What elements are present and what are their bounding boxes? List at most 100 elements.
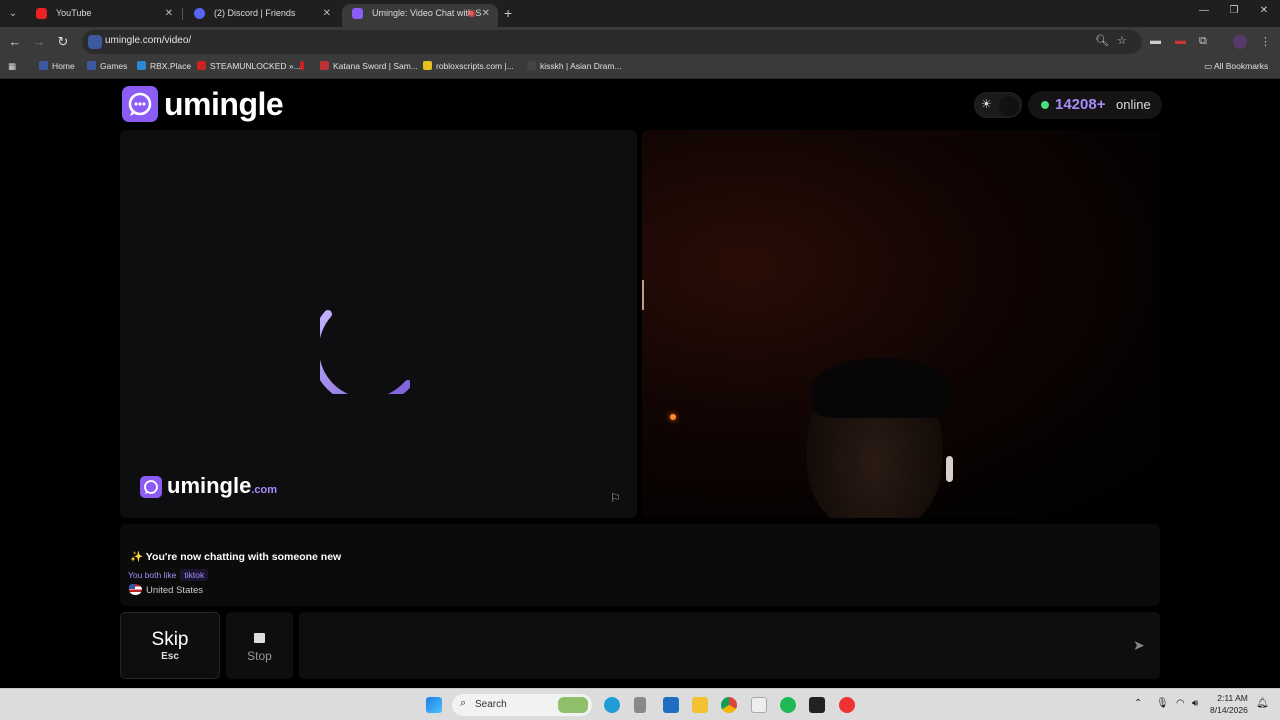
watermark-text: umingle.com xyxy=(167,474,277,502)
tab-title: (2) Discord | Friends xyxy=(214,8,296,18)
online-count: 14208+ xyxy=(1055,96,1106,113)
umingle-tab-icon xyxy=(352,8,363,19)
new-tab-button[interactable]: + xyxy=(504,5,512,21)
bookmark-star-icon[interactable]: ☆ xyxy=(1117,34,1127,47)
tab-title: YouTube xyxy=(56,8,92,18)
site-info-icon[interactable] xyxy=(88,35,102,49)
chat-bubble-logo-icon xyxy=(140,476,162,498)
tab-separator xyxy=(182,8,183,20)
tab-discord[interactable]: (2) Discord | Friends ✕ xyxy=(184,4,339,27)
back-button[interactable]: ← xyxy=(7,34,23,49)
forward-button[interactable]: → xyxy=(31,34,47,49)
send-icon[interactable]: ➤ xyxy=(1133,637,1145,654)
tab-youtube[interactable]: YouTube ✕ xyxy=(26,4,181,27)
spotify-icon[interactable] xyxy=(780,697,796,713)
bookmark-home[interactable]: Home xyxy=(39,61,75,71)
likes-label: You both like xyxy=(128,570,177,580)
stop-button[interactable]: Stop xyxy=(226,612,293,679)
all-bookmarks-label: All Bookmarks xyxy=(1213,61,1269,71)
stop-label: Stop xyxy=(247,649,272,663)
app-icon[interactable] xyxy=(809,697,825,713)
volume-icon[interactable]: 🔊︎ xyxy=(1192,698,1198,709)
close-tab-icon[interactable]: ✕ xyxy=(482,4,490,23)
bookmark-icon xyxy=(197,61,206,70)
tab-umingle[interactable]: Umingle: Video Chat with S ◉ ✕ xyxy=(342,4,498,27)
system-clock[interactable]: 2:11 AM 8/14/2026 xyxy=(1210,692,1248,716)
zoom-icon[interactable]: 🔍︎ xyxy=(1095,34,1109,47)
bookmark-icon xyxy=(527,61,536,70)
bookmark-steamunlocked[interactable]: STEAMUNLOCKED »... xyxy=(197,61,301,71)
menu-kebab-icon[interactable]: ⋮ xyxy=(1260,35,1271,48)
background-light xyxy=(670,414,676,420)
bookmark-katana[interactable]: Katana Sword | Sam... xyxy=(320,61,418,71)
search-label: Search xyxy=(475,699,507,710)
chrome-icon[interactable] xyxy=(721,697,737,713)
webcam-person-hair xyxy=(812,358,952,418)
microphone-icon[interactable]: 🎙︎ xyxy=(1156,698,1169,709)
online-counter: 14208+ online xyxy=(1028,91,1162,119)
bookmark-unnamed[interactable] xyxy=(300,61,308,71)
tab-search-icon[interactable]: ⌄ xyxy=(5,6,21,22)
bookmark-rbxplace[interactable]: RBX.Place xyxy=(137,61,191,71)
theme-toggle[interactable]: ☀ xyxy=(974,92,1022,118)
webcam-person-glasses xyxy=(822,410,932,424)
notification-bell-icon[interactable]: 🔔︎ xyxy=(1256,698,1269,709)
clock-time: 2:11 AM xyxy=(1217,693,1248,703)
chat-bubble-logo-icon xyxy=(122,86,158,122)
start-windows-icon[interactable] xyxy=(426,697,442,713)
online-label: online xyxy=(1116,97,1151,112)
reload-button[interactable]: ↻ xyxy=(55,34,71,50)
message-input[interactable] xyxy=(299,612,1160,679)
extension-icon[interactable]: ▬ xyxy=(1150,35,1161,47)
search-icon: ⌕ xyxy=(460,697,467,709)
address-bar[interactable]: umingle.com/video/ 🔍︎ ☆ xyxy=(82,30,1142,54)
taskbar-search[interactable]: ⌕ Search xyxy=(452,694,592,716)
minimize-button[interactable]: — xyxy=(1194,5,1214,16)
watermark-name: umingle xyxy=(167,473,252,498)
chat-status-message: ✨ You're now chatting with someone new xyxy=(130,551,342,563)
all-bookmarks-folder[interactable]: ▭ All Bookmarks xyxy=(1204,61,1268,72)
country-label: United States xyxy=(146,585,204,596)
profile-avatar[interactable] xyxy=(1233,35,1247,49)
youtube-icon xyxy=(36,8,47,19)
bookmark-label: RBX.Place xyxy=(150,61,192,71)
webcam-person-earbud xyxy=(946,456,953,482)
browser-toolbar: ← → ↻ umingle.com/video/ 🔍︎ ☆ ▬ ▬ ⧉ ⋮ xyxy=(0,27,1280,57)
bookmark-games[interactable]: Games xyxy=(87,61,127,71)
tray-overflow-icon[interactable]: ⌃ xyxy=(1134,698,1142,709)
bookmark-robloxscripts[interactable]: robloxscripts.com |... xyxy=(423,61,514,71)
opera-icon[interactable] xyxy=(839,697,855,713)
skip-shortcut: Esc xyxy=(161,651,179,662)
stranger-country: United States xyxy=(129,584,203,596)
close-tab-icon[interactable]: ✕ xyxy=(323,4,331,23)
stop-icon xyxy=(254,633,265,643)
skip-button[interactable]: Skip Esc xyxy=(120,612,220,679)
bookmark-kisskh[interactable]: kisskh | Asian Dram... xyxy=(527,61,622,71)
bookmark-label: STEAMUNLOCKED »... xyxy=(210,61,301,71)
app-icon[interactable] xyxy=(634,697,646,713)
toggle-knob xyxy=(999,96,1019,116)
restore-button[interactable]: ❐ xyxy=(1224,5,1244,16)
close-window-button[interactable]: ✕ xyxy=(1254,5,1274,16)
skip-label: Skip xyxy=(151,629,189,650)
wifi-icon[interactable]: ◠ xyxy=(1176,698,1185,709)
bookmark-icon xyxy=(137,61,146,70)
file-explorer-icon[interactable] xyxy=(692,697,708,713)
apps-grid-icon[interactable]: ▦ xyxy=(8,61,16,72)
edge-icon[interactable] xyxy=(604,697,620,713)
bookmark-icon xyxy=(423,61,432,70)
recording-icon: ◉ xyxy=(467,8,476,19)
store-icon[interactable] xyxy=(663,697,679,713)
report-flag-icon[interactable]: ⚐ xyxy=(610,491,621,505)
extension-icon[interactable]: ▬ xyxy=(1175,35,1186,47)
chat-log: ✨ You're now chatting with someone new Y… xyxy=(120,524,1160,606)
bookmark-label: Home xyxy=(52,61,75,71)
extensions-puzzle-icon[interactable]: ⧉ xyxy=(1199,35,1207,48)
bookmark-icon xyxy=(39,61,48,70)
app-icon[interactable] xyxy=(751,697,767,713)
close-tab-icon[interactable]: ✕ xyxy=(165,4,173,23)
background-door xyxy=(642,280,650,310)
stranger-video: umingle.com ⚐ xyxy=(120,130,637,518)
search-highlight-icon xyxy=(558,697,588,713)
bookmark-label: Games xyxy=(100,61,128,71)
